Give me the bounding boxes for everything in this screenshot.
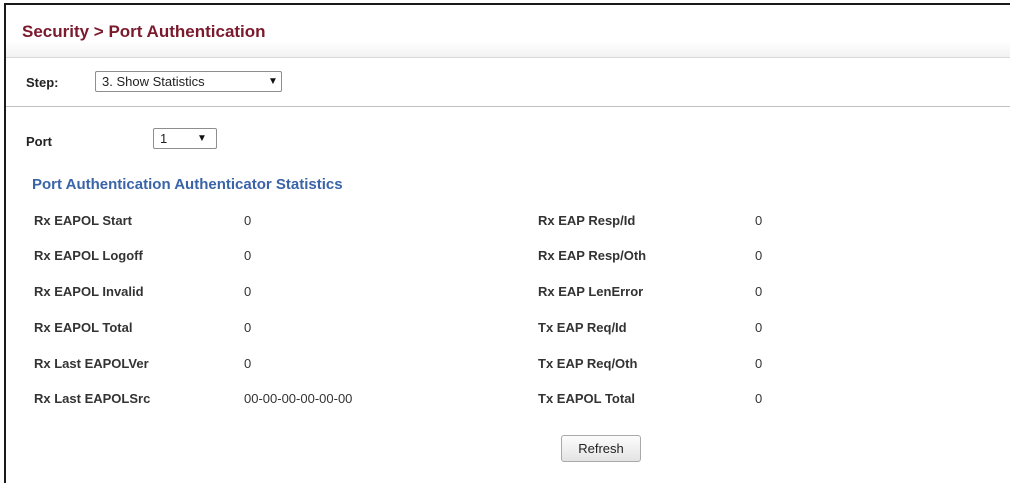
step-select-value: 3. Show Statistics [102, 74, 205, 89]
stat-label-rx-eapol-logoff: Rx EAPOL Logoff [34, 248, 143, 263]
stat-label-tx-eapol-total: Tx EAPOL Total [538, 391, 636, 406]
stat-label-rx-eapol-total: Rx EAPOL Total [34, 320, 133, 335]
refresh-button[interactable]: Refresh [561, 435, 641, 462]
stat-value-rx-eap-resp-oth: 0 [755, 248, 763, 263]
stat-value-rx-eapol-invalid: 0 [244, 284, 252, 299]
stat-value-rx-eapol-logoff: 0 [244, 248, 252, 263]
stat-label-rx-eapol-start: Rx EAPOL Start [34, 213, 133, 228]
step-bar: Step: 3. Show Statistics ▼ [6, 58, 1010, 107]
stat-value-rx-last-eapolver: 0 [244, 356, 252, 371]
section-title: Port Authentication Authenticator Statis… [32, 176, 343, 193]
stat-label-rx-last-eapolsrc: Rx Last EAPOLSrc [34, 391, 151, 406]
page-title: Security > Port Authentication [22, 22, 266, 41]
step-select[interactable]: 3. Show Statistics ▼ [95, 71, 282, 92]
stat-label-rx-eap-resp-oth: Rx EAP Resp/Oth [538, 248, 647, 263]
step-label: Step: [26, 75, 59, 90]
stat-label-tx-eap-req-id: Tx EAP Req/Id [538, 320, 627, 335]
stat-value-rx-eapol-total: 0 [244, 320, 252, 335]
stat-value-rx-eapol-start: 0 [244, 213, 252, 228]
stat-value-rx-last-eapolsrc: 00-00-00-00-00-00 [244, 391, 353, 406]
stat-label-rx-eap-lenerror: Rx EAP LenError [538, 284, 644, 299]
page-header: Security > Port Authentication [6, 5, 1010, 58]
stat-value-tx-eapol-total: 0 [755, 391, 763, 406]
port-select-value: 1 [160, 131, 168, 146]
port-select[interactable]: 1 ▼ [153, 128, 217, 149]
chevron-down-icon: ▼ [197, 133, 207, 144]
content-frame: Security > Port Authentication Step: 3. … [4, 3, 1010, 483]
stat-value-tx-eap-req-id: 0 [755, 320, 763, 335]
stat-value-rx-eap-resp-id: 0 [755, 213, 763, 228]
stat-value-rx-eap-lenerror: 0 [755, 284, 763, 299]
stat-label-rx-eapol-invalid: Rx EAPOL Invalid [34, 284, 144, 299]
chevron-down-icon: ▼ [268, 76, 278, 87]
stat-label-rx-last-eapolver: Rx Last EAPOLVer [34, 356, 149, 371]
port-label: Port [26, 134, 52, 149]
stat-label-rx-eap-resp-id: Rx EAP Resp/Id [538, 213, 636, 228]
stat-label-tx-eap-req-oth: Tx EAP Req/Oth [538, 356, 638, 371]
stat-value-tx-eap-req-oth: 0 [755, 356, 763, 371]
